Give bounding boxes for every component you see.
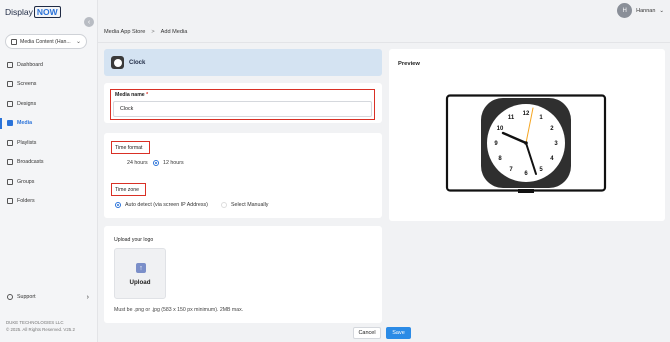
- dashboard-icon: [7, 61, 13, 68]
- broadcasts-icon: [7, 159, 13, 166]
- cancel-button[interactable]: Cancel: [353, 327, 381, 339]
- media-name-label: Media name *: [115, 92, 148, 98]
- sidebar-item-label: Broadcasts: [17, 159, 44, 166]
- radio-12h[interactable]: [153, 160, 159, 166]
- top-bar: H Hannan ⌄: [98, 0, 670, 22]
- time-format-24h-option[interactable]: 24 hours: [117, 160, 148, 166]
- save-button[interactable]: Save: [386, 327, 411, 339]
- folders-icon: [7, 198, 13, 205]
- avatar: H: [617, 3, 633, 18]
- sidebar-item-broadcasts[interactable]: Broadcasts: [0, 153, 98, 173]
- radio-auto-detect[interactable]: [115, 202, 121, 208]
- breadcrumb: Media App Store > Add Media: [104, 29, 187, 35]
- sidebar-item-dashboard[interactable]: Dashboard: [0, 55, 98, 75]
- brand-logo[interactable]: Display NOW: [5, 5, 61, 18]
- sidebar-item-label: Designs: [17, 100, 37, 107]
- breadcrumb-current: Add Media: [160, 29, 188, 35]
- clock-number: 11: [508, 115, 515, 121]
- sidebar-item-label: Media: [17, 120, 33, 127]
- groups-icon: [7, 178, 13, 185]
- workspace-label: Media Content (Han...: [20, 38, 71, 45]
- clock-icon: [111, 56, 124, 69]
- app-header: Clock: [104, 49, 382, 76]
- clock-center: [524, 141, 528, 145]
- clock-number: 12: [523, 111, 530, 117]
- tv-stand: [518, 189, 534, 193]
- time-zone-label: Time zone: [115, 187, 140, 193]
- chevron-down-icon: ⌄: [75, 39, 81, 45]
- collapse-sidebar-button[interactable]: ‹: [84, 17, 94, 27]
- sidebar-item-folders[interactable]: Folders: [0, 192, 98, 212]
- time-format-label: Time format: [115, 145, 143, 151]
- upload-hint: Must be .png or .jpg (583 x 150 px minim…: [114, 307, 244, 313]
- brand-name-suffix: NOW: [33, 5, 61, 18]
- user-name: Hannan: [636, 7, 656, 14]
- upload-title: Upload your logo: [114, 237, 154, 243]
- media-name-label-text: Media name: [115, 92, 145, 98]
- user-menu[interactable]: H Hannan ⌄: [617, 3, 664, 18]
- radio-select-manually[interactable]: [221, 202, 227, 208]
- chevron-down-icon: ⌄: [659, 7, 664, 14]
- media-icon: [7, 120, 13, 127]
- upload-label: Upload: [129, 279, 151, 286]
- designs-icon: [7, 100, 13, 107]
- sidebar-item-designs[interactable]: Designs: [0, 94, 98, 114]
- workspace-icon: [11, 38, 17, 45]
- upload-icon: ↑: [136, 263, 146, 273]
- company-name: DUKE TECHNOLOGIES LLC: [6, 320, 64, 325]
- workspace-selector[interactable]: Media Content (Han... ⌄: [5, 34, 87, 49]
- support-icon: [7, 294, 13, 300]
- sidebar-item-screens[interactable]: Screens: [0, 75, 98, 95]
- breadcrumb-parent[interactable]: Media App Store: [104, 29, 145, 35]
- time-format-12h-option[interactable]: 12 hours: [153, 160, 184, 166]
- breadcrumb-separator: >: [151, 29, 155, 35]
- upload-button[interactable]: ↑ Upload: [114, 248, 166, 299]
- time-zone-manual-option[interactable]: Select Manually: [221, 202, 268, 208]
- clock-number: 10: [497, 126, 504, 132]
- sidebar-item-label: Folders: [17, 198, 35, 205]
- sidebar-nav: Dashboard Screens Designs Media Playlist…: [0, 55, 98, 211]
- radio-label: 24 hours: [127, 160, 148, 166]
- radio-label: Auto detect (via screen IP Address): [125, 202, 208, 208]
- radio-label: 12 hours: [163, 160, 184, 166]
- sidebar-item-label: Screens: [17, 81, 37, 88]
- required-mark: *: [146, 92, 149, 98]
- brand-name-prefix: Display: [5, 6, 33, 17]
- sidebar-item-groups[interactable]: Groups: [0, 172, 98, 192]
- sidebar-item-label: Groups: [17, 178, 35, 185]
- media-name-input[interactable]: [113, 101, 372, 117]
- sidebar-item-support[interactable]: Support ›: [7, 292, 89, 302]
- sidebar: Display NOW ‹ Media Content (Han... ⌄ Da…: [0, 0, 98, 342]
- playlists-icon: [7, 139, 13, 146]
- screens-icon: [7, 81, 13, 88]
- time-zone-auto-option[interactable]: Auto detect (via screen IP Address): [115, 202, 208, 208]
- sidebar-item-label: Dashboard: [17, 61, 43, 68]
- sidebar-item-media[interactable]: Media: [0, 114, 98, 134]
- preview-screen: 121234567891011: [445, 94, 607, 193]
- radio-label: Select Manually: [231, 202, 269, 208]
- divider: [98, 42, 670, 43]
- sidebar-item-label: Playlists: [17, 139, 37, 146]
- copyright: © 2025. All Rights Reserved. V25.2: [6, 327, 75, 332]
- support-label: Support: [17, 294, 36, 300]
- chevron-right-icon: ›: [86, 293, 89, 301]
- preview-title: Preview: [398, 61, 420, 67]
- app-name: Clock: [129, 59, 146, 66]
- sidebar-item-playlists[interactable]: Playlists: [0, 133, 98, 153]
